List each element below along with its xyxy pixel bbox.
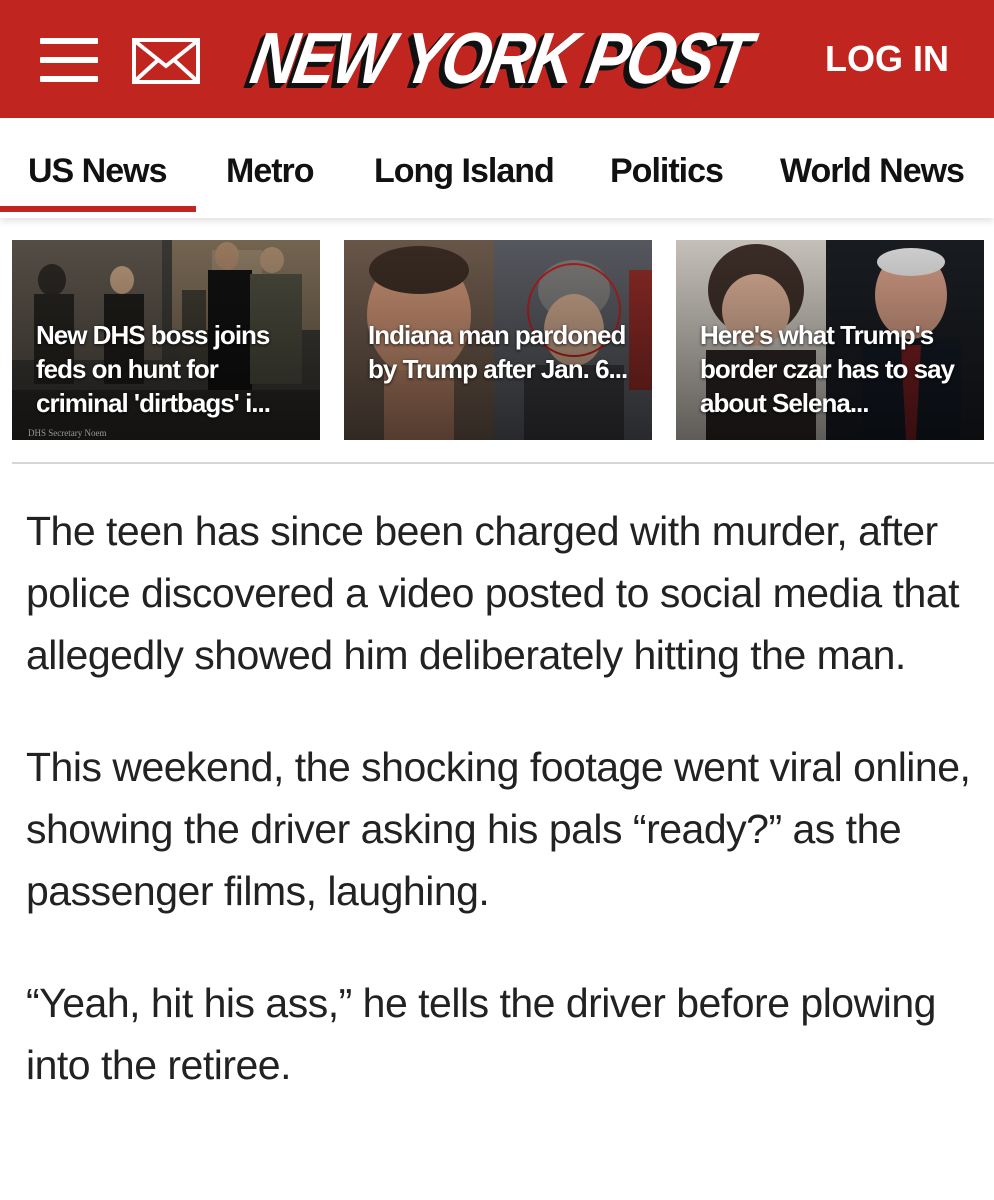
login-button[interactable]: LOG IN (812, 36, 962, 82)
logo-text: NEW YORK POST (245, 18, 755, 100)
story-card-indiana-man[interactable]: Indiana man pardoned by Trump after Jan.… (344, 240, 652, 440)
nav-tab-metro[interactable]: Metro (226, 146, 315, 196)
active-tab-indicator (0, 206, 196, 212)
section-nav: US News Metro Long Island Politics World… (0, 118, 994, 218)
story-headline: New DHS boss joins feds on hunt for crim… (36, 320, 271, 418)
nav-tab-politics[interactable]: Politics (610, 146, 724, 196)
nav-tab-us-news[interactable]: US News (28, 146, 167, 196)
story-headline: Indiana man pardoned by Trump after Jan.… (368, 320, 628, 384)
article-paragraph: The teen has since been charged with mur… (26, 508, 960, 678)
story-card-dhs[interactable]: New DHS boss joins feds on hunt for crim… (12, 240, 320, 440)
related-stories-strip: New DHS boss joins feds on hunt for crim… (0, 238, 994, 444)
nav-tab-world-news[interactable]: World News (780, 146, 965, 196)
envelope-icon[interactable] (132, 38, 200, 84)
hamburger-menu-icon[interactable] (40, 38, 98, 82)
article-body: The teen has since been charged with mur… (26, 500, 976, 1146)
article-paragraph: “Yeah, hit his ass,” he tells the driver… (26, 980, 936, 1088)
new-york-post-logo[interactable]: NEW YORK POST (245, 14, 755, 104)
article-paragraph: This weekend, the shocking footage went … (26, 744, 971, 914)
photo-caption: DHS Secretary Noem (28, 428, 107, 438)
top-header-bar: NEW YORK POST LOG IN (0, 0, 994, 118)
nav-tab-long-island[interactable]: Long Island (374, 146, 555, 196)
story-headline: Here's what Trump's border czar has to s… (700, 320, 955, 418)
story-card-border-czar[interactable]: Here's what Trump's border czar has to s… (676, 240, 984, 440)
section-divider (12, 462, 994, 464)
